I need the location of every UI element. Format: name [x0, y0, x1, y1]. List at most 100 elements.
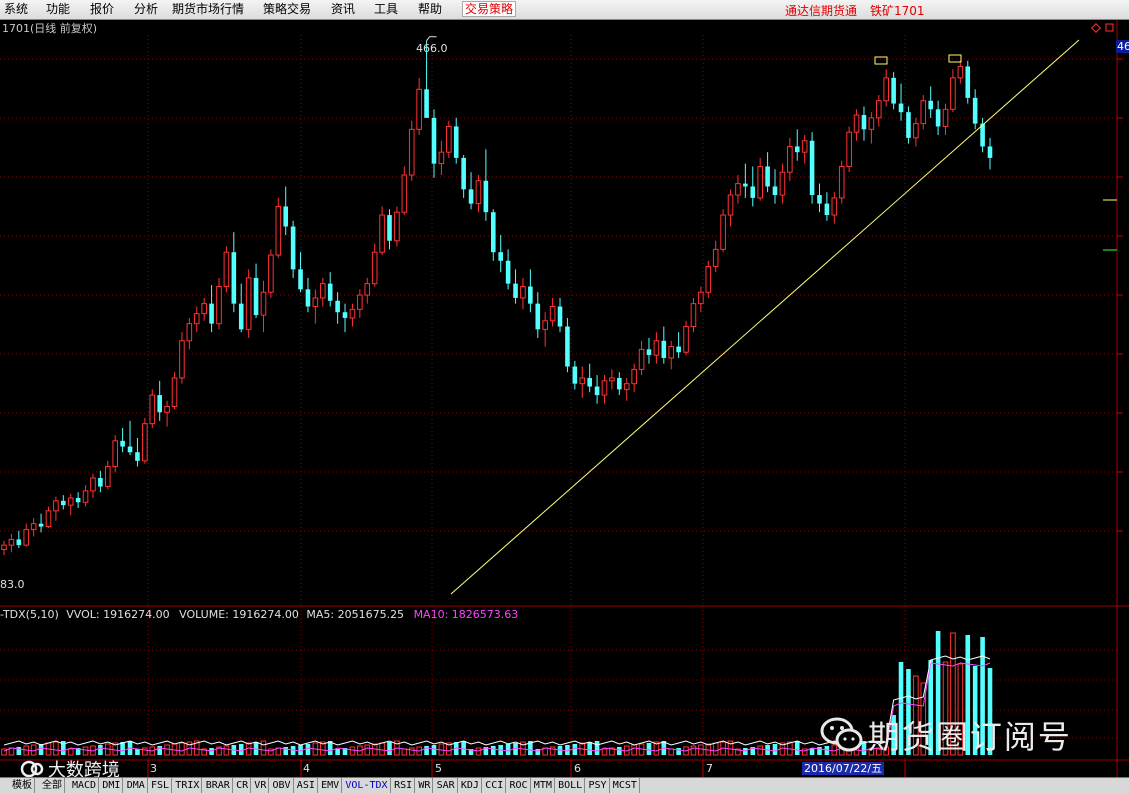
- month-label-4: 4: [303, 762, 310, 775]
- volume-bar-up: [53, 741, 59, 756]
- candle-body-down: [335, 300, 340, 313]
- menu-item-1[interactable]: 功能: [46, 2, 70, 16]
- symbol-name: 铁矿1701: [870, 4, 925, 18]
- volume-bar-down: [505, 744, 511, 755]
- tab-全部[interactable]: 全部: [40, 778, 65, 793]
- menu-item-8[interactable]: 帮助: [418, 2, 442, 16]
- candle-body-up: [623, 383, 630, 390]
- candle-body-up: [401, 174, 408, 213]
- candle-body-up: [705, 265, 712, 293]
- month-label-5: 5: [435, 762, 442, 775]
- candle-body-up: [193, 313, 200, 325]
- indicator-vvol: VVOL: 1916274.00: [66, 608, 170, 621]
- candle-body-down: [557, 306, 563, 327]
- candle-body-down: [157, 395, 162, 413]
- candle-body-down: [127, 446, 133, 453]
- candle-body-up: [30, 523, 37, 530]
- tab-模板[interactable]: 模板: [10, 778, 35, 793]
- candle-body-down: [453, 126, 459, 158]
- tab-rsi[interactable]: RSI: [392, 778, 416, 793]
- menu-item-strategy[interactable]: 交易策略: [462, 1, 517, 17]
- tab-brar[interactable]: BRAR: [204, 778, 233, 793]
- tab-sar[interactable]: SAR: [435, 778, 458, 793]
- candle-body-up: [349, 308, 356, 319]
- tab-dma[interactable]: DMA: [125, 778, 148, 793]
- volume-bar-down: [772, 744, 778, 755]
- candle-body-down: [594, 386, 600, 396]
- tab-macd[interactable]: MACD: [70, 778, 100, 793]
- candle-body-up: [920, 100, 927, 125]
- candle-body-down: [498, 252, 504, 261]
- month-label-6: 6: [574, 762, 581, 775]
- volume-bar-up: [601, 748, 608, 756]
- tab-cci[interactable]: CCI: [483, 778, 507, 793]
- tab-roc[interactable]: ROC: [508, 778, 531, 793]
- candle-body-up: [416, 88, 422, 130]
- candle-body-down: [750, 186, 756, 198]
- candle-body-down: [891, 77, 896, 104]
- tab-fsl[interactable]: FSL: [149, 778, 173, 793]
- tab-dmi[interactable]: DMI: [100, 778, 124, 793]
- volume-bar-up: [712, 742, 719, 756]
- candle-body-down: [238, 303, 244, 330]
- candle-body-up: [868, 117, 875, 130]
- menu-item-5[interactable]: 策略交易: [263, 2, 311, 16]
- candle-body-down: [61, 500, 66, 506]
- candle-body-up: [8, 538, 15, 546]
- volume-bar-up: [82, 746, 89, 756]
- candle-body-down: [483, 180, 489, 213]
- candle-body-up: [245, 277, 252, 330]
- menu-item-4[interactable]: 期货市场行情: [172, 2, 244, 16]
- candle-body-down: [342, 312, 348, 318]
- candle-body-down: [16, 539, 22, 546]
- tab-vr[interactable]: VR: [252, 778, 270, 793]
- app-name: 通达信期货通: [785, 4, 858, 18]
- candle-body-up: [82, 490, 89, 503]
- volume-bar-up: [349, 746, 356, 756]
- right-axis-label: 46: [1116, 40, 1129, 53]
- price-chart[interactable]: [0, 20, 1129, 777]
- candle-body-up: [171, 377, 178, 408]
- menu-item-3[interactable]: 分析: [134, 2, 158, 16]
- candle-body-down: [327, 283, 333, 301]
- volume-bar-down: [387, 742, 392, 755]
- candle-body-up: [104, 466, 111, 488]
- tab-mtm[interactable]: MTM: [532, 778, 555, 793]
- menu-item-7[interactable]: 工具: [374, 2, 398, 16]
- menu-item-6[interactable]: 资讯: [331, 2, 355, 16]
- tab-psy[interactable]: PSY: [587, 778, 610, 793]
- tab-obv[interactable]: OBV: [271, 778, 294, 793]
- tab-cr[interactable]: CR: [234, 778, 252, 793]
- candle-body-down: [135, 452, 140, 461]
- tab-boll[interactable]: BOLL: [556, 778, 586, 793]
- volume-bar-up: [549, 746, 556, 756]
- tab-kdj[interactable]: KDJ: [459, 778, 482, 793]
- square-marker-icon: [1105, 23, 1114, 32]
- candle-body-down: [765, 166, 770, 187]
- candle-body-down: [431, 117, 437, 164]
- tab-trix[interactable]: TRIX: [173, 778, 203, 793]
- tab-mcst[interactable]: MCST: [611, 778, 640, 793]
- volume-bar-down: [424, 746, 429, 755]
- candle-body-up: [112, 440, 119, 468]
- brand-logo-icon: [20, 760, 44, 778]
- candle-body-up: [379, 214, 385, 253]
- candle-body-up: [801, 140, 808, 153]
- volume-bar-down: [572, 744, 578, 755]
- tab-asi[interactable]: ASI: [295, 778, 318, 793]
- candle-body-down: [928, 100, 933, 110]
- volume-bar-down: [16, 747, 22, 755]
- candle-body-up: [683, 326, 689, 353]
- volume-bar-down: [646, 743, 652, 755]
- candle-body-up: [957, 65, 964, 79]
- menu-item-0[interactable]: 系统: [4, 2, 28, 16]
- tab-wr[interactable]: WR: [416, 778, 434, 793]
- candle-body-up: [631, 368, 637, 385]
- tab-vol-tdx[interactable]: VOL-TDX: [343, 778, 391, 793]
- volume-bar-up: [408, 747, 415, 756]
- candle-body-up: [853, 114, 860, 133]
- candle-body-up: [520, 285, 526, 299]
- candle-body-up: [142, 423, 148, 462]
- menu-item-2[interactable]: 报价: [90, 2, 114, 16]
- tab-emv[interactable]: EMV: [319, 778, 343, 793]
